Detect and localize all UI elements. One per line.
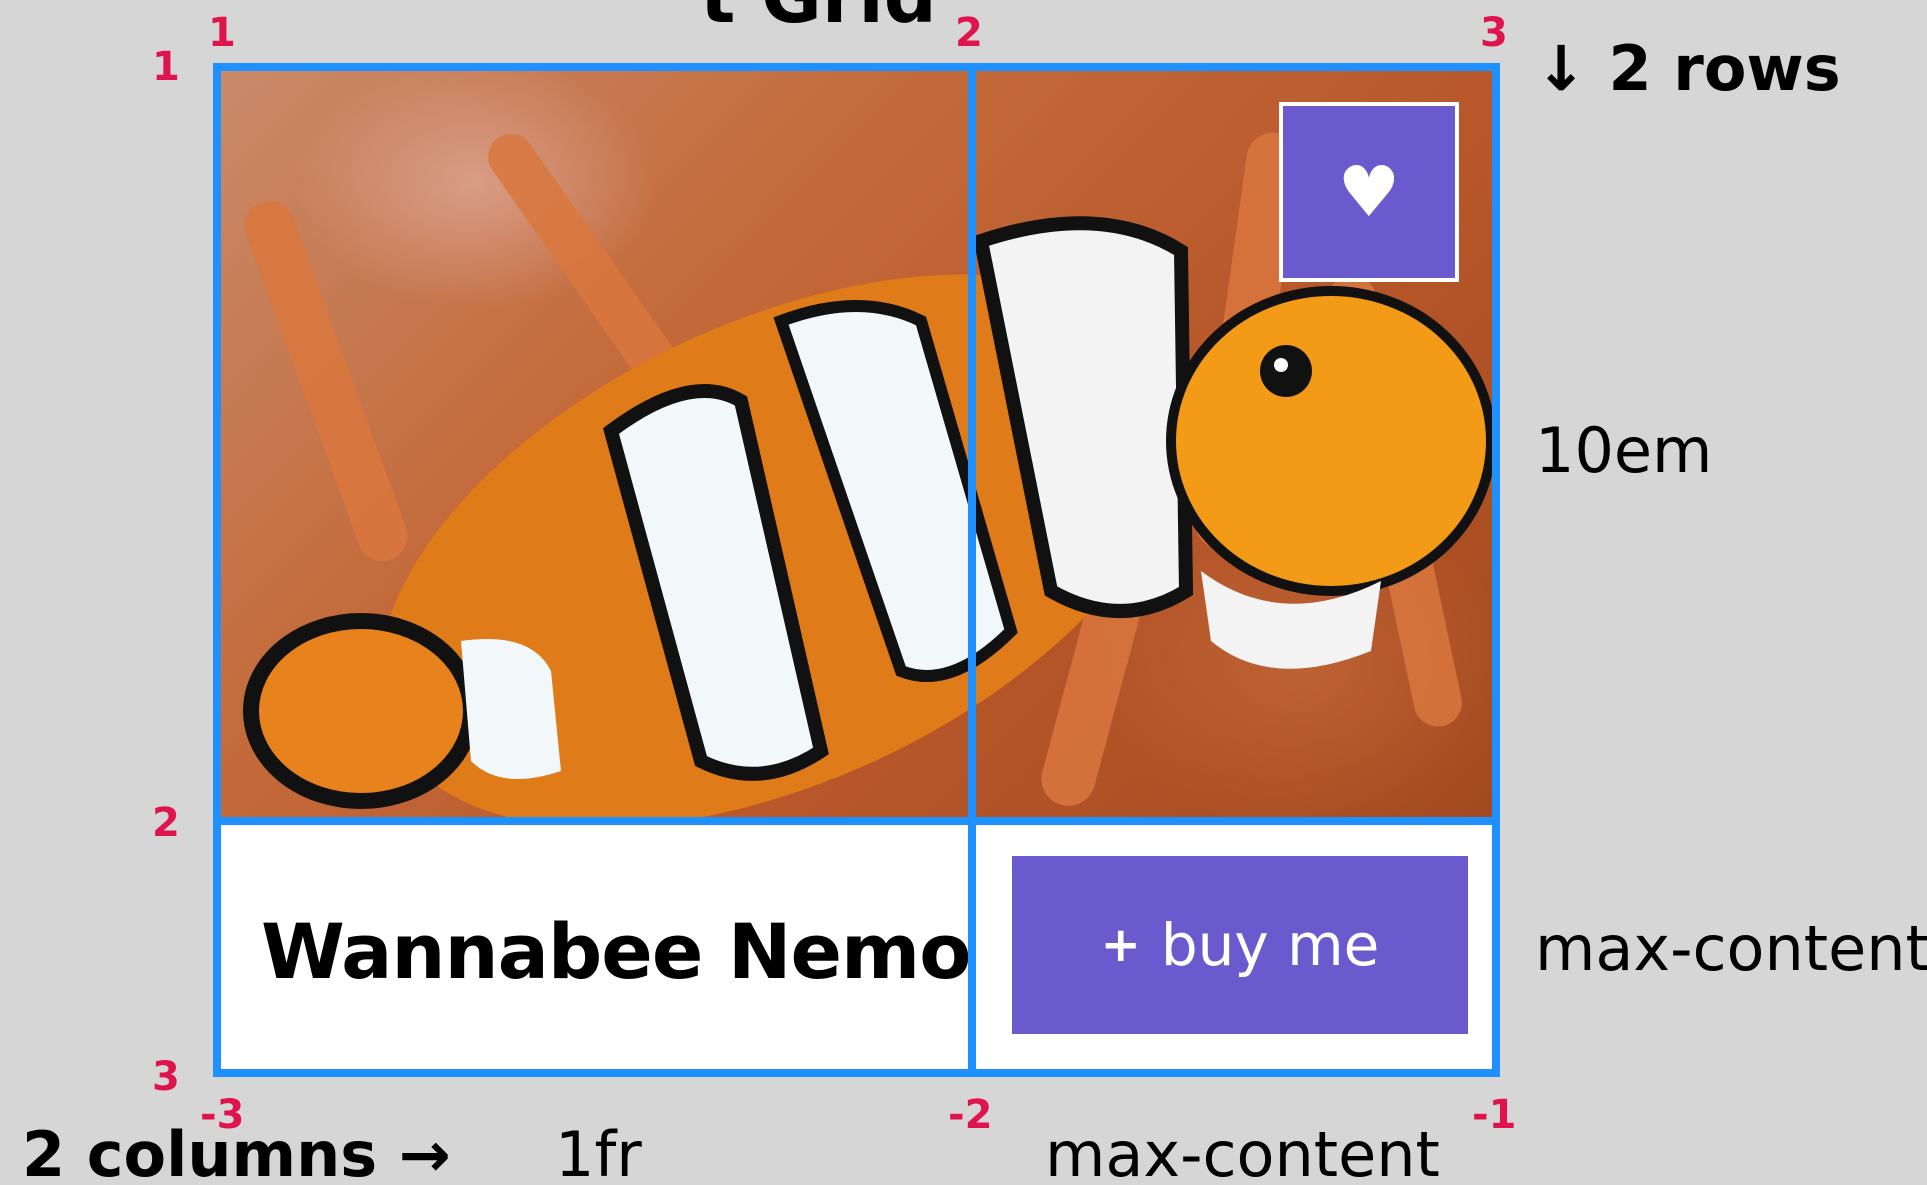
column-line-number: 2 [955, 10, 983, 56]
plus-icon: + [1100, 917, 1141, 973]
product-name: Wannabee Nemo [261, 906, 971, 996]
column-track-size: max-content [1045, 1118, 1440, 1185]
row-line-number: 1 [152, 44, 180, 90]
favorite-button[interactable]: ♥ [1279, 102, 1459, 282]
row-line-number: 3 [152, 1054, 180, 1100]
diagram-title: t Grid [700, 0, 937, 40]
column-line-number: 1 [208, 10, 236, 56]
action-cell: + buy me [976, 825, 1492, 1069]
buy-button[interactable]: + buy me [1012, 856, 1468, 1034]
heart-icon: ♥ [1337, 151, 1401, 233]
column-line-number-negative: -1 [1472, 1092, 1517, 1138]
column-line-number: 3 [1480, 10, 1508, 56]
buy-label: buy me [1160, 911, 1380, 979]
rows-label: ↓ 2 rows [1535, 32, 1841, 105]
title-cell: Wannabee Nemo [221, 825, 971, 1069]
row-track-size: 10em [1535, 414, 1713, 487]
columns-label: 2 columns → [22, 1118, 451, 1185]
row-line-2 [213, 817, 1500, 825]
column-track-size: 1fr [555, 1118, 642, 1185]
row-track-size: max-content [1535, 912, 1927, 985]
row-line-number: 2 [152, 800, 180, 846]
grid-diagram: t Grid Wannabee Nemo [0, 0, 1927, 1185]
column-line-2 [968, 63, 976, 1077]
column-line-number-negative: -2 [948, 1092, 993, 1138]
